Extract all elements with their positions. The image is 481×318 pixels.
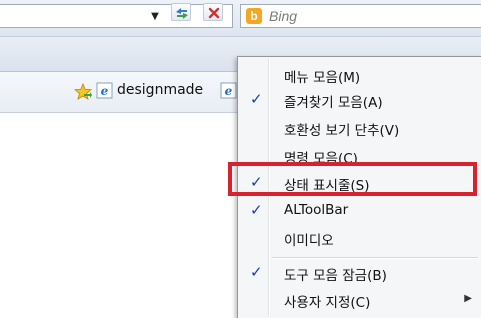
menu-item-label: 호환성 보기 단추(V): [284, 123, 400, 139]
menu-item-label: 도구 모음 잠금(B): [284, 268, 387, 284]
menu-item-imedio[interactable]: 이미디오: [240, 226, 481, 250]
search-provider-text: Bing: [269, 8, 298, 24]
check-icon: ✓: [250, 90, 263, 108]
add-favorite-star-icon[interactable]: [74, 83, 92, 101]
menu-item-lock-toolbars[interactable]: ✓ 도구 모음 잠금(B): [240, 261, 481, 285]
stop-button[interactable]: [203, 3, 223, 21]
menu-item-altoolbar[interactable]: ✓ ALToolBar: [240, 199, 481, 223]
svg-text:e: e: [101, 84, 109, 98]
menu-separator: [272, 257, 478, 259]
menu-item-label: 사용자 지정(C): [284, 295, 371, 311]
bing-logo-icon: b: [246, 8, 262, 24]
submenu-arrow-icon: ▶: [464, 293, 472, 304]
bing-logo-letter: b: [250, 9, 258, 23]
stop-icon: [208, 7, 220, 19]
address-toolbar: ▼ b Bing: [0, 0, 481, 37]
check-icon: ✓: [250, 263, 263, 281]
highlight-box: [228, 162, 477, 196]
menu-item-favorites-bar[interactable]: ✓ 즐겨찾기 모음(A): [240, 88, 481, 112]
menu-item-label: 메뉴 모음(M): [284, 70, 361, 86]
ie-page-icon: e: [96, 82, 113, 99]
svg-text:e: e: [225, 84, 233, 98]
favorite-link-label: designmade: [117, 82, 204, 98]
check-icon: ✓: [250, 201, 263, 219]
address-bar[interactable]: ▼: [0, 4, 233, 28]
menu-item-compatibility-view-button[interactable]: 호환성 보기 단추(V): [240, 116, 481, 140]
ie-page-icon[interactable]: e: [220, 82, 237, 99]
refresh-button[interactable]: [171, 3, 191, 21]
menu-item-label: ALToolBar: [284, 202, 349, 218]
menu-item-label: 즐겨찾기 모음(A): [284, 95, 383, 111]
menu-item-menu-bar[interactable]: 메뉴 모음(M): [240, 63, 481, 87]
search-box[interactable]: b Bing: [240, 4, 481, 28]
dropdown-arrow-icon[interactable]: ▼: [147, 9, 163, 25]
menu-item-label: 이미디오: [284, 233, 334, 249]
menu-item-customize[interactable]: 사용자 지정(C) ▶: [240, 288, 481, 312]
refresh-icon: [176, 8, 188, 19]
